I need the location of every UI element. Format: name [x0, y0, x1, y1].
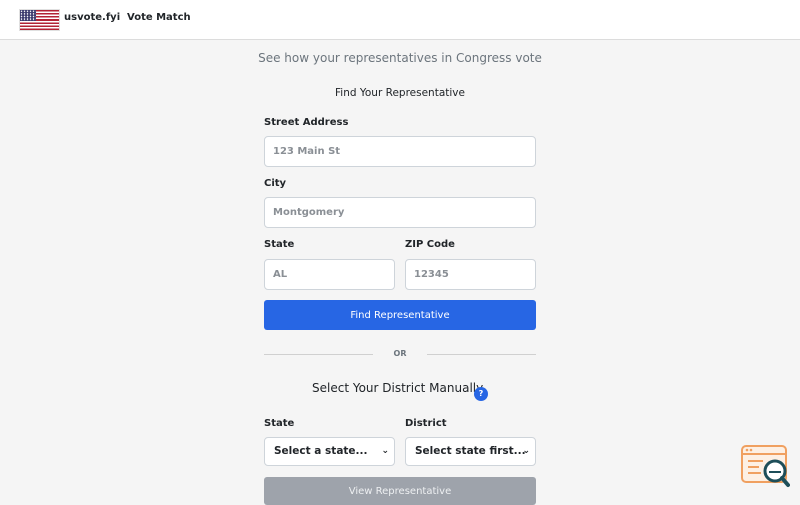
- us-flag-icon[interactable]: [20, 10, 59, 30]
- state-input[interactable]: [264, 259, 395, 290]
- district-label: District: [405, 418, 447, 429]
- city-label: City: [264, 178, 287, 189]
- chevron-down-icon: ⌄: [522, 446, 530, 456]
- divider-line-right: [427, 354, 536, 355]
- city-input[interactable]: [264, 197, 536, 228]
- divider-line-left: [264, 354, 373, 355]
- navbar: usvote.fyi Vote Match: [0, 0, 800, 40]
- state-label: State: [264, 239, 295, 250]
- chevron-down-icon: ⌄: [381, 446, 389, 456]
- or-divider-text: OR: [393, 349, 407, 358]
- view-representative-button[interactable]: View Representative: [264, 477, 536, 505]
- nav-link-vote-match[interactable]: Vote Match: [127, 12, 191, 23]
- help-icon[interactable]: ?: [474, 387, 488, 401]
- manual-state-label: State: [264, 418, 295, 429]
- search-widget-icon[interactable]: [741, 445, 790, 488]
- street-address-label: Street Address: [264, 117, 349, 128]
- state-select[interactable]: Select a state... ⌄: [264, 437, 395, 466]
- page-subtitle: See how your representatives in Congress…: [258, 51, 542, 65]
- zip-code-label: ZIP Code: [405, 239, 455, 250]
- select-district-title: Select Your District Manually: [312, 381, 484, 395]
- find-representative-title: Find Your Representative: [335, 87, 465, 99]
- district-select-value: Select state first...: [415, 445, 526, 457]
- state-select-value: Select a state...: [274, 445, 368, 457]
- brand-link[interactable]: usvote.fyi: [64, 12, 120, 23]
- district-select[interactable]: Select state first... ⌄: [405, 437, 536, 466]
- zip-code-input[interactable]: [405, 259, 536, 290]
- street-address-input[interactable]: [264, 136, 536, 167]
- find-representative-button[interactable]: Find Representative: [264, 300, 536, 330]
